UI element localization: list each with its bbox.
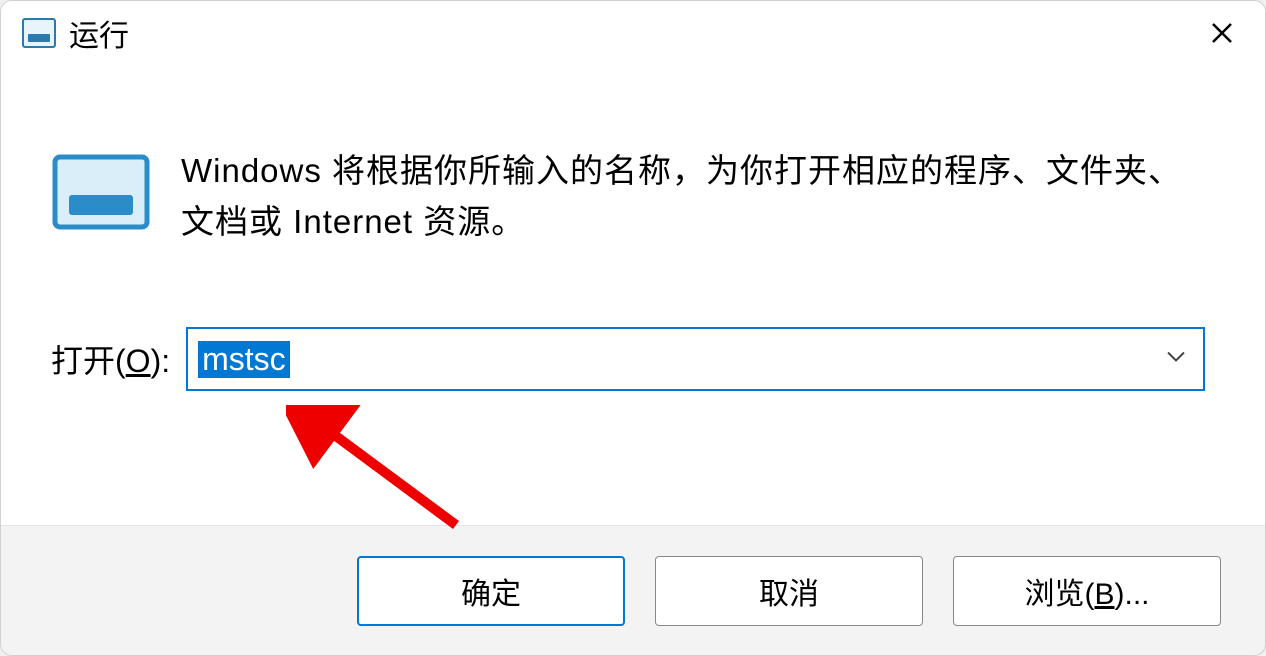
title-bar: 运行	[1, 1, 1265, 65]
browse-label-accelerator: B	[1094, 578, 1114, 611]
dialog-content: Windows 将根据你所输入的名称，为你打开相应的程序、文件夹、文档或 Int…	[1, 65, 1265, 525]
open-label-accelerator: O	[126, 343, 151, 379]
annotation-arrow	[286, 405, 486, 545]
open-combobox-value: mstsc	[198, 341, 290, 378]
close-icon	[1210, 21, 1234, 45]
dialog-title: 运行	[69, 11, 1199, 55]
run-dialog-window: 运行 Windows 将根据你所输入的名称，为你打开相应的程序、文件夹、文档或 …	[0, 0, 1266, 656]
open-input-row: 打开(O): mstsc	[51, 327, 1205, 391]
browse-label-prefix: 浏览(	[1024, 578, 1094, 611]
cancel-button[interactable]: 取消	[655, 556, 923, 626]
run-icon-large	[51, 153, 151, 233]
button-bar: 确定 取消 浏览(B)...	[1, 525, 1265, 655]
open-label: 打开(O):	[51, 336, 170, 382]
open-label-prefix: 打开(	[51, 343, 126, 379]
close-button[interactable]	[1199, 10, 1245, 56]
chevron-down-icon[interactable]	[1165, 350, 1187, 369]
description-row: Windows 将根据你所输入的名称，为你打开相应的程序、文件夹、文档或 Int…	[51, 145, 1205, 247]
description-text: Windows 将根据你所输入的名称，为你打开相应的程序、文件夹、文档或 Int…	[181, 145, 1205, 247]
run-icon-small	[21, 15, 57, 51]
browse-button[interactable]: 浏览(B)...	[953, 556, 1221, 626]
ok-button[interactable]: 确定	[357, 556, 625, 626]
browse-label-suffix: )...	[1115, 578, 1150, 611]
open-combobox[interactable]: mstsc	[186, 327, 1205, 391]
open-label-suffix: ):	[151, 343, 171, 379]
